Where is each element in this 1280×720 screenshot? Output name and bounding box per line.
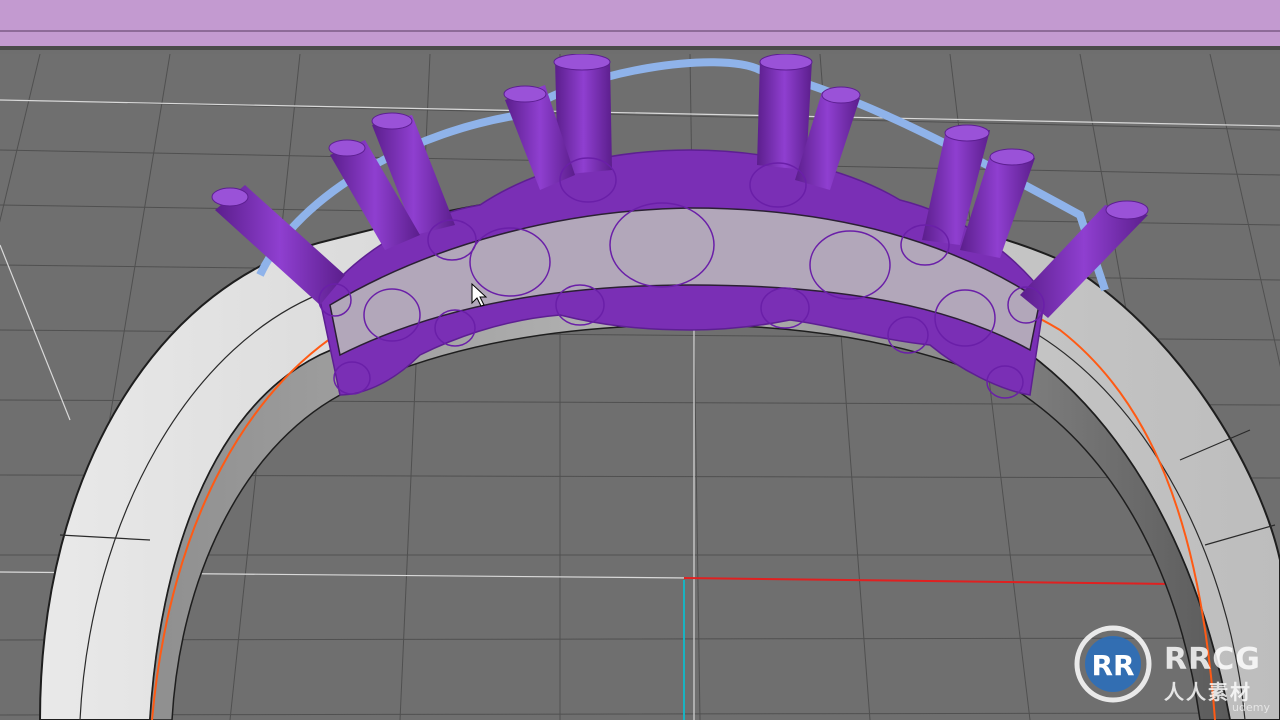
watermark-brand: RRCG <box>1164 642 1261 677</box>
watermark-corner-text: udemy <box>1232 701 1270 714</box>
watermark: RRCG 人人素材 udemy <box>1072 632 1272 714</box>
3d-viewport[interactable]: RR <box>0 54 1280 720</box>
toolbar-divider <box>0 30 1280 32</box>
top-toolbar <box>0 0 1280 50</box>
